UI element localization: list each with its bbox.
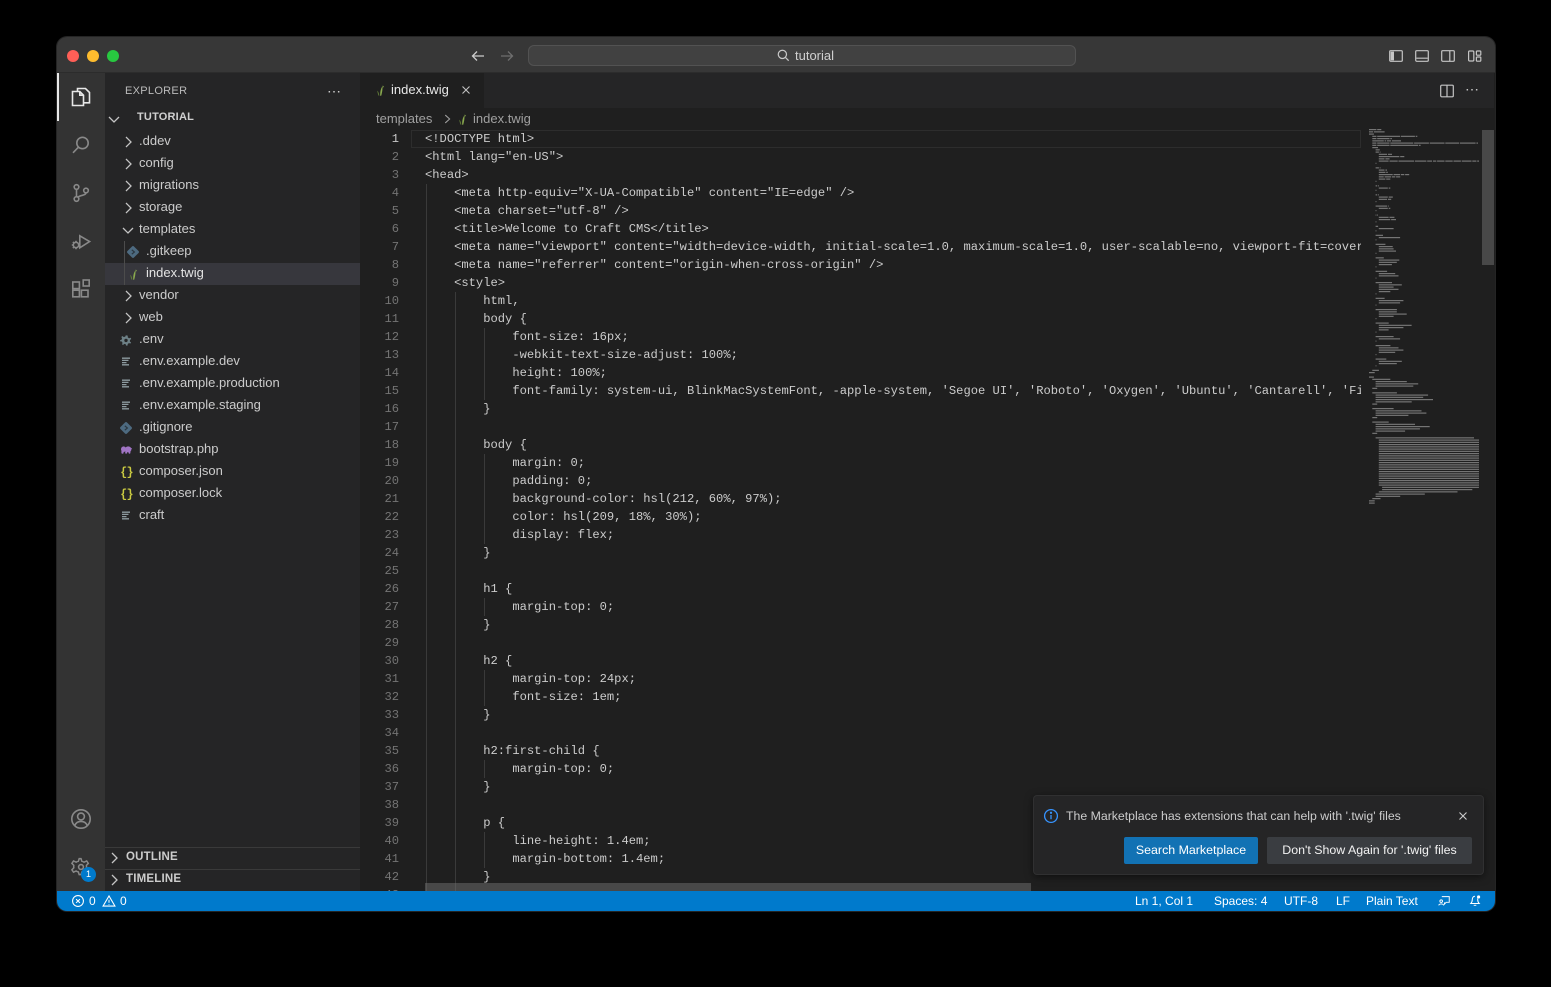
svg-text:}: } — [127, 489, 134, 502]
svg-text:}: } — [127, 467, 134, 480]
